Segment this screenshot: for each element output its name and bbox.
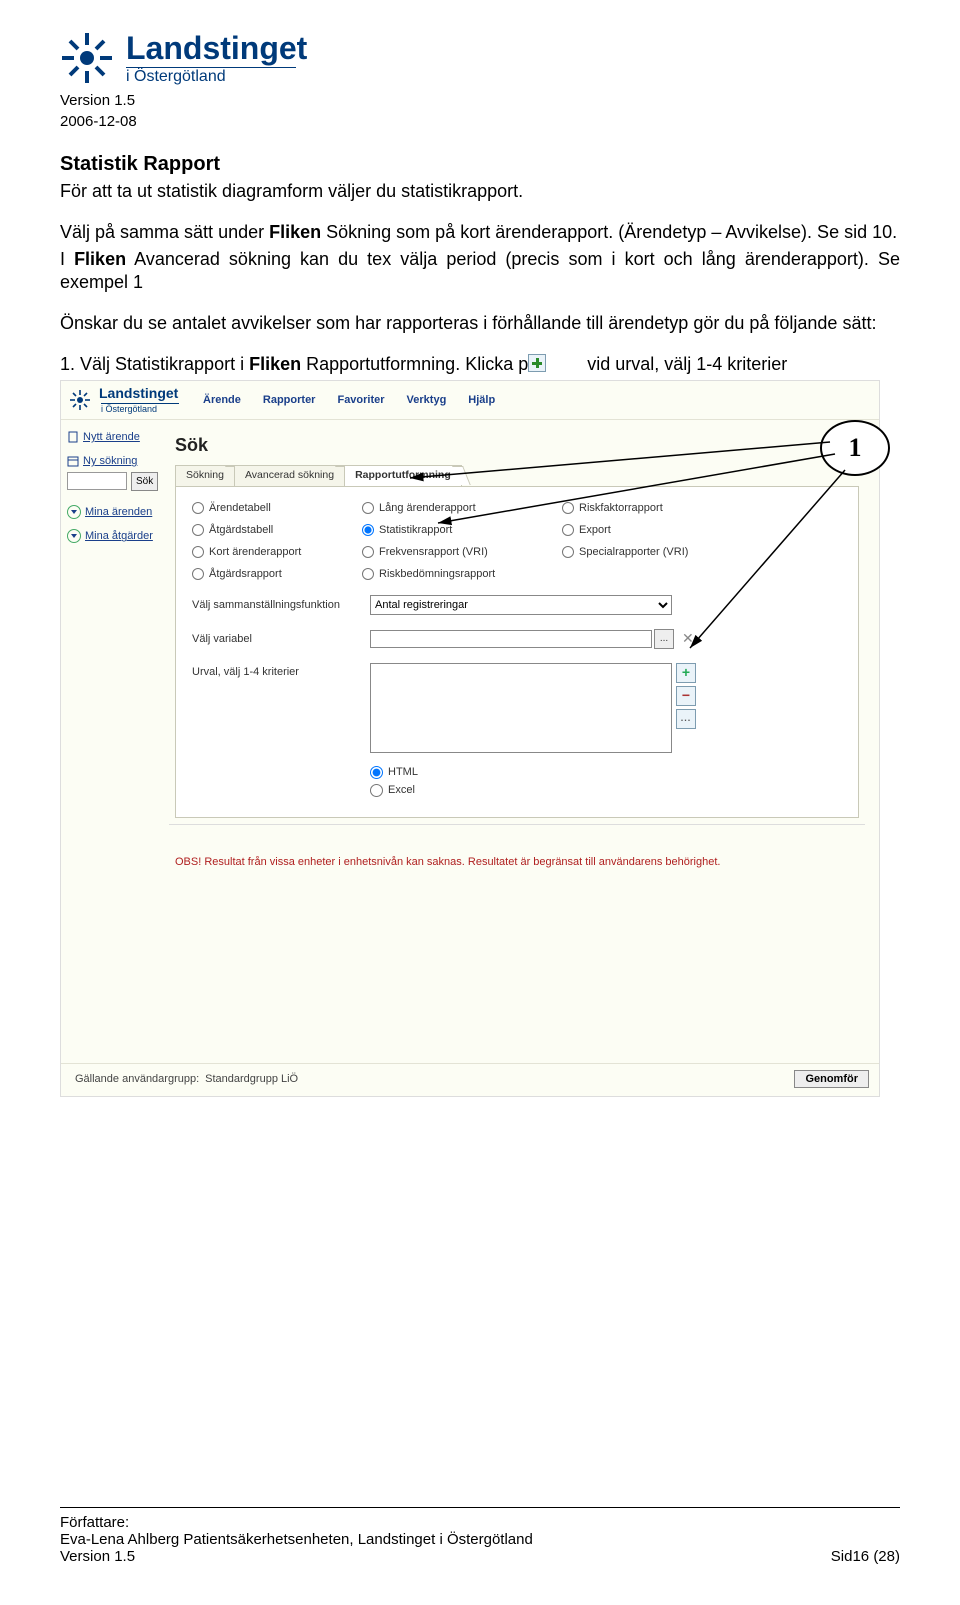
- para-intro: För att ta ut statistik diagramform välj…: [60, 180, 900, 203]
- heading-statistik: Statistik Rapport: [60, 152, 900, 178]
- tab-sokning[interactable]: Sökning: [175, 465, 235, 485]
- doc-body: Statistik Rapport För att ta ut statisti…: [60, 152, 900, 1097]
- menu-rapporter[interactable]: Rapporter: [263, 393, 316, 407]
- para-step1: 1. Välj Statistikrapport i Fliken Rappor…: [60, 353, 900, 376]
- opt-atgardsrapport[interactable]: Åtgärdsrapport: [192, 567, 362, 581]
- side-link-ny-sokning[interactable]: Ny sökning: [67, 454, 163, 468]
- calendar-icon: [67, 455, 79, 467]
- side-link-nytt-arende[interactable]: Nytt ärende: [67, 430, 163, 444]
- picker-button[interactable]: ...: [654, 629, 674, 649]
- report-panel: Ärendetabell Lång ärenderapport Riskfakt…: [175, 486, 859, 818]
- menu-favoriter[interactable]: Favoriter: [337, 393, 384, 407]
- tab-row: Sökning Avancerad sökning Rapportutformn…: [175, 465, 865, 485]
- genomfor-button[interactable]: Genomför: [794, 1070, 869, 1088]
- side-link-mina-arenden[interactable]: Mina ärenden: [67, 505, 163, 519]
- chevron-down-icon: [67, 505, 81, 519]
- input-variabel[interactable]: [370, 630, 652, 648]
- side-search: Sök: [67, 472, 163, 491]
- page-title-sok: Sök: [175, 434, 865, 457]
- warning-text: OBS! Resultat från vissa enheter i enhet…: [175, 849, 859, 869]
- menu-hjalp[interactable]: Hjälp: [468, 393, 495, 407]
- opt-riskbedomning[interactable]: Riskbedömningsrapport: [362, 567, 562, 581]
- brand-title: Landstinget: [126, 30, 307, 67]
- document-icon: [67, 431, 79, 443]
- browse-criteria-button[interactable]: ...: [676, 709, 696, 729]
- plus-inline-icon: [528, 354, 546, 372]
- opt-export[interactable]: Export: [562, 523, 762, 537]
- row-variabel: Välj variabel ... ✕: [192, 629, 842, 649]
- opt-arendetabell[interactable]: Ärendetabell: [192, 501, 362, 515]
- para-sokning: Välj på samma sätt under Fliken Sökning …: [60, 221, 900, 244]
- side-search-button[interactable]: Sök: [131, 472, 158, 491]
- side-search-input[interactable]: [67, 472, 127, 490]
- opt-statistik[interactable]: Statistikrapport: [362, 523, 562, 537]
- app-logo-icon: [69, 389, 91, 411]
- opt-frekvens[interactable]: Frekvensrapport (VRI): [362, 545, 562, 559]
- app-screenshot: Landstinget i Östergötland Ärende Rappor…: [60, 380, 880, 1097]
- page-header: Landstinget i Östergötland: [60, 30, 900, 86]
- opt-kort[interactable]: Kort ärenderapport: [192, 545, 362, 559]
- menu-verktyg[interactable]: Verktyg: [407, 393, 447, 407]
- tab-avancerad[interactable]: Avancerad sökning: [234, 465, 345, 485]
- chevron-down-icon: [67, 529, 81, 543]
- divider: [169, 824, 865, 825]
- bottom-bar: Gällande användargrupp: Standardgrupp Li…: [61, 1063, 879, 1096]
- side-link-mina-atgarder[interactable]: Mina åtgärder: [67, 529, 163, 543]
- brand-text: Landstinget i Östergötland: [126, 30, 307, 86]
- urval-listbox[interactable]: [370, 663, 672, 753]
- opt-atgardstabell[interactable]: Åtgärdstabell: [192, 523, 362, 537]
- doc-version: Version 1.5: [60, 92, 900, 109]
- brand-subtitle: i Östergötland: [126, 67, 296, 86]
- landstinget-logo-icon: [60, 31, 114, 85]
- fmt-html[interactable]: HTML: [370, 765, 842, 779]
- add-criteria-button[interactable]: +: [676, 663, 696, 683]
- clear-icon[interactable]: ✕: [682, 630, 694, 648]
- annotation-callout-1: 1: [820, 420, 890, 476]
- app-sidebar: Nytt ärende Ny sökning Sök Mina äre: [61, 420, 169, 883]
- app-menu: Ärende Rapporter Favoriter Verktyg Hjälp: [203, 393, 495, 407]
- urval-buttons: + − ...: [676, 663, 696, 729]
- row-urval: Urval, välj 1-4 kriterier + − ...: [192, 663, 842, 753]
- tab-rapportutformning[interactable]: Rapportutformning: [344, 465, 462, 485]
- page-footer: Författare: Eva-Lena Ahlberg Patientsäke…: [60, 1507, 900, 1565]
- app-top-bar: Landstinget i Östergötland Ärende Rappor…: [61, 381, 879, 420]
- opt-special[interactable]: Specialrapporter (VRI): [562, 545, 762, 559]
- doc-date: 2006-12-08: [60, 113, 900, 130]
- app-main: Sök Sökning Avancerad sökning Rapportutf…: [169, 420, 879, 883]
- para-onskar: Önskar du se antalet avvikelser som har …: [60, 312, 900, 335]
- opt-riskfaktor[interactable]: Riskfaktorrapport: [562, 501, 762, 515]
- para-avancerad: I Fliken Avancerad sökning kan du tex vä…: [60, 248, 900, 294]
- opt-lang[interactable]: Lång ärenderapport: [362, 501, 562, 515]
- footer-left: Författare: Eva-Lena Ahlberg Patientsäke…: [60, 1514, 533, 1565]
- report-type-options: Ärendetabell Lång ärenderapport Riskfakt…: [192, 501, 842, 581]
- remove-criteria-button[interactable]: −: [676, 686, 696, 706]
- row-format: HTML Excel: [370, 765, 842, 797]
- row-sammanstallning: Välj sammanställningsfunktion Antal regi…: [192, 595, 842, 615]
- footer-page-number: Sid16 (28): [831, 1548, 900, 1565]
- menu-arende[interactable]: Ärende: [203, 393, 241, 407]
- app-brand: Landstinget i Östergötland: [101, 385, 179, 415]
- fmt-excel[interactable]: Excel: [370, 783, 842, 797]
- select-sammanstallning[interactable]: Antal registreringar: [370, 595, 672, 615]
